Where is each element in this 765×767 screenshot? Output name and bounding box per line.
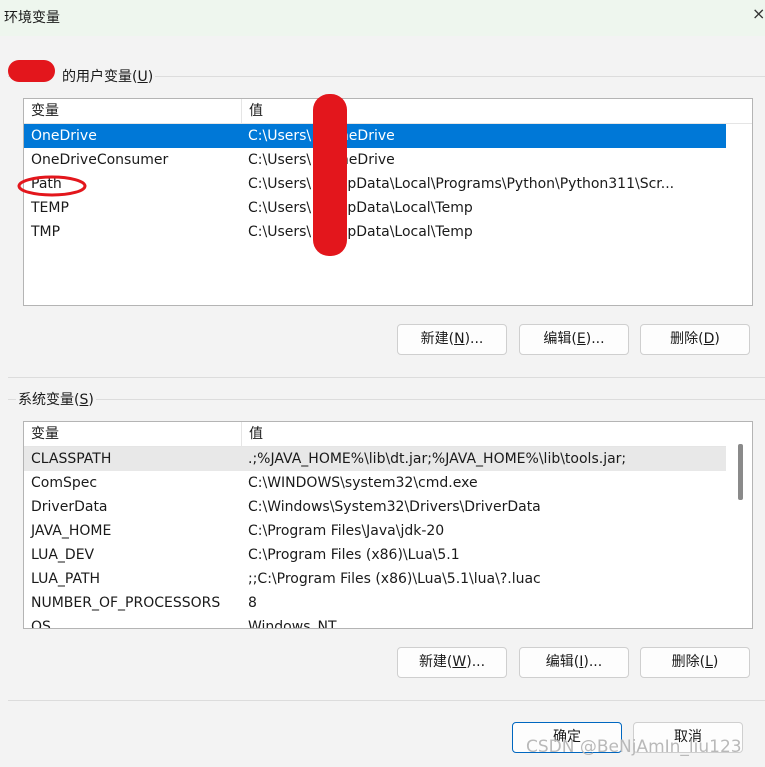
variable-name: JAVA_HOME — [31, 523, 112, 539]
variable-name: OneDrive — [31, 128, 97, 144]
variable-name: TMP — [31, 224, 61, 240]
variable-name: NUMBER_OF_PROCESSORS — [31, 595, 221, 611]
variable-value: ;;C:\Program Files (x86)\Lua\5.1\lua\?.l… — [248, 571, 541, 587]
path-highlight-circle — [17, 175, 87, 197]
table-row-java-home[interactable]: JAVA_HOME C:\Program Files\Java\jdk-20 — [24, 519, 752, 543]
variable-name: DriverData — [31, 499, 108, 515]
variable-name: OneDriveConsumer — [31, 152, 169, 168]
variable-value: 8 — [248, 595, 257, 611]
variable-value: C:\Windows\System32\Drivers\DriverData — [248, 499, 541, 515]
table-row-classpath[interactable]: CLASSPATH .;%JAVA_HOME%\lib\dt.jar;%JAVA… — [24, 447, 726, 471]
variable-value: C:\Users\ e\AppData\Local\Programs\Pytho… — [248, 176, 675, 192]
variable-value: C:\Program Files\Java\jdk-20 — [248, 523, 445, 539]
table-row-tmp[interactable]: TMP C:\Users\ e\AppData\Local\Temp — [24, 220, 752, 244]
vertical-scrollbar[interactable] — [726, 422, 752, 628]
table-row-onedriveconsumer[interactable]: OneDriveConsumer C:\Users\ e\OneDrive — [24, 148, 752, 172]
user-new-button[interactable]: 新建(N)... — [397, 324, 507, 355]
window-title: 环境变量 — [4, 10, 60, 26]
variable-value: C:\Program Files (x86)\Lua\5.1 — [248, 547, 460, 563]
user-edit-button[interactable]: 编辑(E)... — [519, 324, 629, 355]
redaction-mark-username — [8, 60, 55, 82]
column-header-variable[interactable]: 变量 — [24, 422, 242, 446]
system-variables-list[interactable]: 变量 值 CLASSPATH .;%JAVA_HOME%\lib\dt.jar;… — [23, 421, 753, 629]
variable-name: ComSpec — [31, 475, 98, 491]
variable-name: LUA_PATH — [31, 571, 101, 587]
table-row-number-of-processors[interactable]: NUMBER_OF_PROCESSORS 8 — [24, 591, 752, 615]
table-row-driverdata[interactable]: DriverData C:\Windows\System32\Drivers\D… — [24, 495, 752, 519]
redaction-mark-user-path — [313, 94, 347, 256]
table-row-os[interactable]: OS Windows_NT — [24, 615, 752, 629]
list-header: 变量 值 — [24, 422, 726, 447]
table-row-temp[interactable]: TEMP C:\Users\ e\AppData\Local\Temp — [24, 196, 752, 220]
variable-name: CLASSPATH — [31, 451, 112, 467]
variable-name: LUA_DEV — [31, 547, 95, 563]
title-bar: 环境变量 × — [0, 0, 765, 36]
list-header: 变量 值 — [24, 99, 752, 124]
variable-value: .;%JAVA_HOME%\lib\dt.jar;%JAVA_HOME%\lib… — [248, 451, 627, 467]
column-header-value[interactable]: 值 — [242, 422, 263, 446]
variable-name: TEMP — [31, 200, 69, 216]
table-row-lua-path[interactable]: LUA_PATH ;;C:\Program Files (x86)\Lua\5.… — [24, 567, 752, 591]
scrollbar-thumb[interactable] — [738, 444, 743, 500]
table-row-path[interactable]: Path C:\Users\ e\AppData\Local\Programs\… — [24, 172, 752, 196]
system-edit-button[interactable]: 编辑(I)... — [519, 647, 629, 678]
table-row-lua-dev[interactable]: LUA_DEV C:\Program Files (x86)\Lua\5.1 — [24, 543, 752, 567]
variable-value: C:\WINDOWS\system32\cmd.exe — [248, 475, 478, 491]
variable-value: C:\Users\ e\AppData\Local\Temp — [248, 224, 473, 240]
system-variables-legend: 系统变量(S) — [18, 392, 94, 408]
user-variables-list[interactable]: 变量 值 OneDrive C:\Users\ e\OneDrive OneDr… — [23, 98, 753, 306]
variable-value: C:\Users\ e\AppData\Local\Temp — [248, 200, 473, 216]
table-row-comspec[interactable]: ComSpec C:\WINDOWS\system32\cmd.exe — [24, 471, 752, 495]
watermark: CSDN @BeNjAmIn_liu123 — [526, 737, 742, 757]
variable-name: OS — [31, 619, 51, 629]
system-new-button[interactable]: 新建(W)... — [397, 647, 507, 678]
system-delete-button[interactable]: 删除(L) — [640, 647, 750, 678]
close-icon[interactable]: × — [752, 4, 765, 23]
column-header-variable[interactable]: 变量 — [24, 99, 242, 123]
column-header-value[interactable]: 值 — [242, 99, 263, 123]
table-row-onedrive[interactable]: OneDrive C:\Users\ e\OneDrive — [24, 124, 726, 148]
variable-value: Windows_NT — [248, 619, 337, 629]
user-delete-button[interactable]: 删除(D) — [640, 324, 750, 355]
